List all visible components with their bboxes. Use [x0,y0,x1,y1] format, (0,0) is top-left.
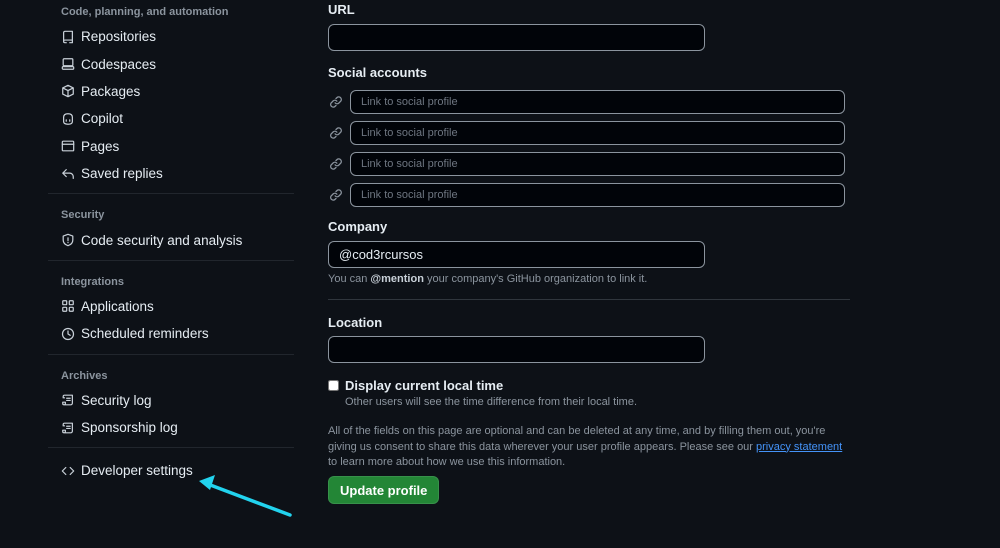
sidebar-item-code-security[interactable]: Code security and analysis [48,226,294,253]
section-divider [328,299,850,300]
codespaces-icon [61,58,75,70]
sidebar-item-saved-replies[interactable]: Saved replies [48,160,294,187]
company-note-prefix: You can [328,273,371,285]
privacy-statement-link[interactable]: privacy statement [756,441,842,453]
sidebar-item-label: Applications [81,298,154,314]
sidebar-item-label: Sponsorship log [81,420,178,436]
settings-sidebar: Code, planning, and automation Repositor… [48,0,294,485]
url-label: URL [328,2,355,17]
sidebar-item-applications[interactable]: Applications [48,293,294,320]
sidebar-item-security-log[interactable]: Security log [48,387,294,414]
sidebar-item-sponsorship-log[interactable]: Sponsorship log [48,414,294,441]
social-link-input-4[interactable] [349,182,845,207]
disclaimer-suffix: to learn more about how we use this info… [328,456,566,468]
company-note-suffix: your company's GitHub organization to li… [423,273,648,285]
social-accounts-label: Social accounts [328,65,427,80]
link-icon [330,95,342,108]
social-account-row [328,117,845,148]
update-profile-button[interactable]: Update profile [328,476,440,504]
mention-text: @mention [370,273,424,285]
social-link-input-2[interactable] [349,120,845,145]
local-time-option: Display current local time [328,378,503,393]
sidebar-item-copilot[interactable]: Copilot [48,105,294,132]
copilot-icon [63,112,73,125]
sidebar-divider [48,259,294,261]
apps-icon [62,300,74,313]
package-icon [62,85,74,98]
social-link-input-1[interactable] [349,89,845,114]
disclaimer-body: All of the fields on this page are optio… [328,425,826,453]
sidebar-divider [48,193,294,195]
sidebar-divider [48,353,294,355]
browser-icon [61,140,75,152]
sidebar-item-label: Packages [81,83,141,99]
sidebar-item-label: Repositories [81,29,157,45]
disclaimer-text: All of the fields on this page are optio… [328,424,853,471]
group-title-archives: Archives [61,369,108,382]
sidebar-item-label: Codespaces [81,56,157,72]
social-link-input-3[interactable] [349,151,845,176]
group-title-security: Security [61,209,105,222]
sidebar-item-label: Code security and analysis [81,232,243,248]
group-title-code-planning: Code, planning, and automation [61,6,229,18]
sidebar-item-label: Copilot [81,111,124,127]
company-note: You can @mention your company's GitHub o… [328,273,647,285]
social-account-row [328,179,845,210]
sidebar-item-label: Security log [81,392,152,408]
link-icon [330,157,342,170]
location-label: Location [328,315,383,330]
sidebar-item-packages[interactable]: Packages [48,78,294,105]
sidebar-item-label: Saved replies [81,166,163,182]
reply-icon [62,168,74,179]
sidebar-divider [48,447,294,449]
location-input[interactable] [328,336,705,363]
sidebar-item-repositories[interactable]: Repositories [48,23,294,50]
social-accounts-list [328,86,845,210]
social-account-row [328,86,845,117]
sidebar-item-scheduled-reminders[interactable]: Scheduled reminders [48,320,294,347]
local-time-label: Display current local time [345,378,504,393]
shield-icon [62,233,74,247]
url-input[interactable] [328,24,705,51]
log-icon [62,422,73,434]
local-time-checkbox[interactable] [328,380,339,391]
sidebar-item-codespaces[interactable]: Codespaces [48,50,294,77]
annotation-arrow-icon [199,475,292,517]
log-icon [62,394,73,406]
sidebar-item-label: Pages [81,138,120,154]
link-icon [330,188,342,201]
social-account-row [328,148,845,179]
sidebar-item-pages[interactable]: Pages [48,133,294,160]
code-icon [61,466,75,476]
clock-icon [61,327,75,340]
sidebar-item-label: Developer settings [81,463,193,479]
link-icon [330,126,342,139]
company-input[interactable] [328,241,705,268]
group-title-integrations: Integrations [61,275,124,288]
sidebar-item-label: Scheduled reminders [81,326,209,342]
repo-icon [63,30,73,43]
company-label: Company [328,219,388,234]
local-time-note: Other users will see the time difference… [345,396,638,408]
